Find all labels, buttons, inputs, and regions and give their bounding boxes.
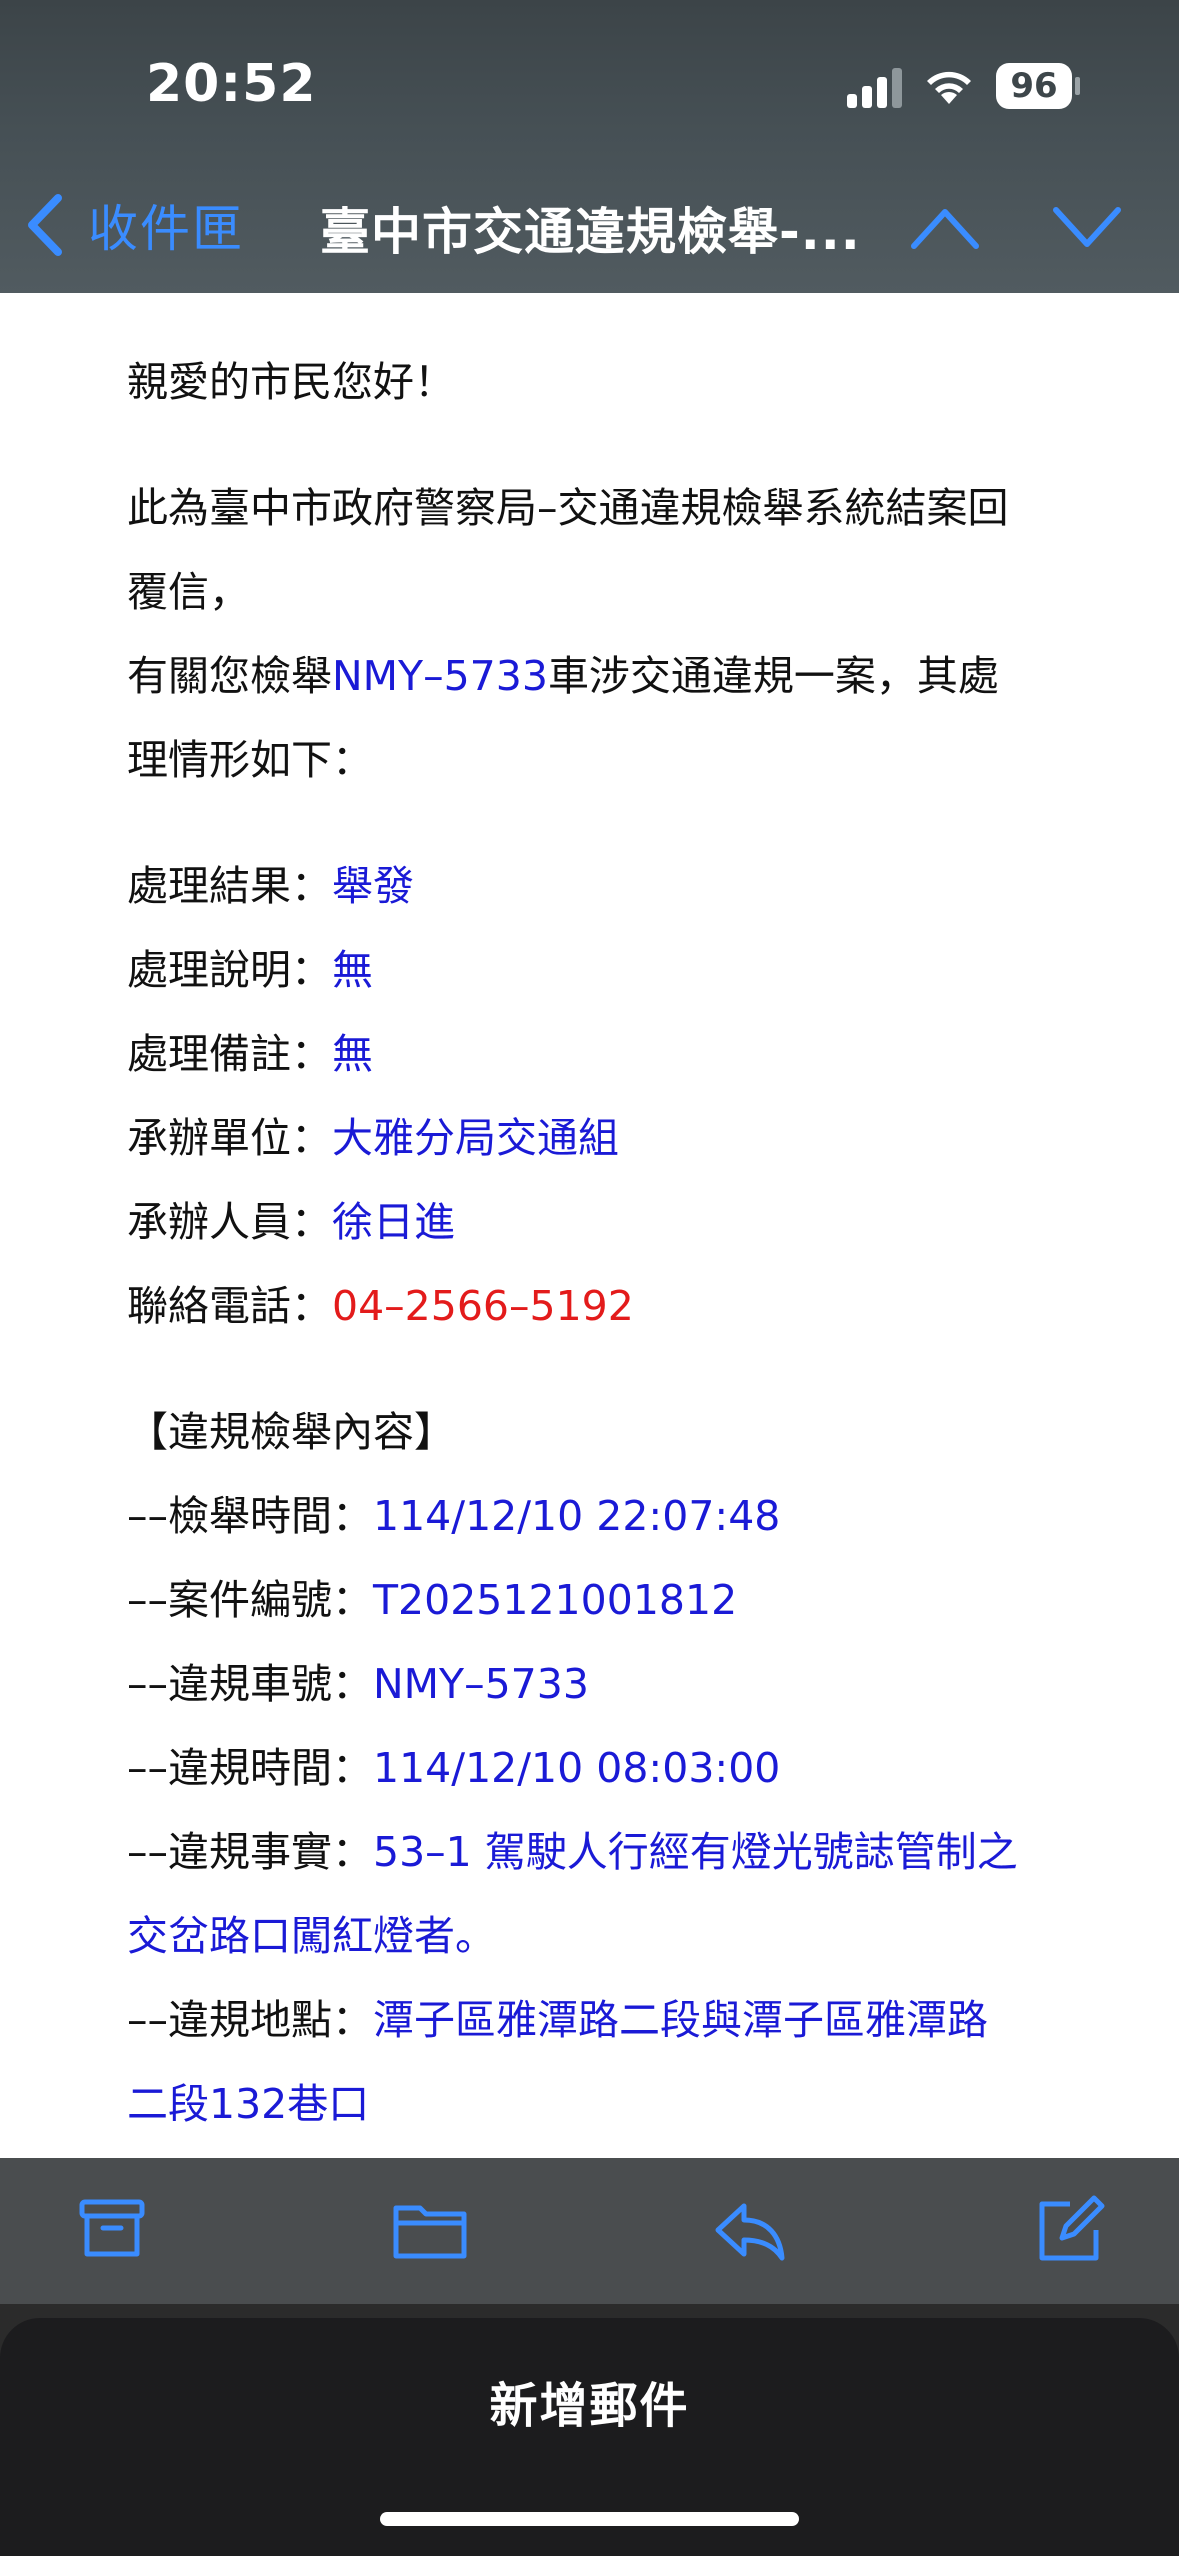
battery-cap	[1075, 77, 1080, 95]
home-indicator	[380, 2512, 799, 2526]
detail-label: ––違規時間：	[127, 1744, 373, 1792]
case-line: 有關您檢舉NMY–5733車涉交通違規一案，其處	[127, 646, 999, 706]
compose-icon[interactable]	[1030, 2190, 1110, 2270]
result-row: 聯絡電話：04–2566–5192	[127, 1276, 634, 1336]
detail-row: ––違規時間：114/12/10 08:03:00	[127, 1738, 780, 1798]
detail-row: ––違規地點：潭子區雅潭路二段與潭子區雅潭路	[127, 1990, 988, 2050]
result-label: 聯絡電話：	[127, 1282, 332, 1330]
folder-icon[interactable]	[390, 2190, 470, 2270]
result-value: 大雅分局交通組	[332, 1114, 619, 1162]
greeting: 親愛的市民您好！	[127, 358, 455, 406]
result-value: 無	[332, 1030, 373, 1078]
case-prefix: 有關您檢舉	[127, 652, 332, 700]
case-plate-link[interactable]: NMY–5733	[332, 652, 548, 700]
battery-indicator: 96	[996, 63, 1072, 109]
result-label: 處理結果：	[127, 862, 332, 910]
detail-label: ––違規事實：	[127, 1828, 373, 1876]
previous-message-icon[interactable]	[910, 200, 980, 256]
back-label: 收件匣	[88, 200, 244, 258]
detail-value: NMY–5733	[373, 1660, 589, 1708]
new-mail-button[interactable]: 新增郵件	[0, 2366, 1179, 2436]
detail-value: 潭子區雅潭路二段與潭子區雅潭路	[373, 1996, 988, 2044]
archive-icon[interactable]	[72, 2190, 152, 2270]
cellular-signal-icon	[847, 66, 903, 108]
reply-icon[interactable]	[710, 2190, 790, 2270]
case-suffix: 車涉交通違規一案，其處	[547, 652, 999, 700]
detail-row: ––檢舉時間：114/12/10 22:07:48	[127, 1486, 780, 1546]
detail-value: 114/12/10 22:07:48	[373, 1492, 781, 1540]
result-value: 徐日進	[332, 1198, 455, 1246]
case-line-2: 理情形如下：	[127, 736, 373, 784]
result-row: 承辦人員：徐日進	[127, 1192, 455, 1252]
result-label: 處理備註：	[127, 1030, 332, 1078]
detail-label: ––檢舉時間：	[127, 1492, 373, 1540]
result-row: 處理備註：無	[127, 1024, 373, 1084]
detail-value: 53–1 駕駛人行經有燈光號誌管制之	[373, 1828, 1018, 1876]
result-value: 無	[332, 946, 373, 994]
result-row: 處理結果：舉發	[127, 856, 414, 916]
wifi-icon	[927, 71, 971, 104]
result-row: 承辦單位：大雅分局交通組	[127, 1108, 619, 1168]
detail-row: ––違規車號：NMY–5733	[127, 1654, 589, 1714]
header: 20:52 96 收件匣 臺中市交通違規檢舉-...	[0, 0, 1179, 293]
result-label: 處理說明：	[127, 946, 332, 994]
intro-line-2: 覆信，	[127, 568, 250, 616]
detail-value: T2025121001812	[373, 1576, 738, 1624]
result-label: 承辦單位：	[127, 1114, 332, 1162]
detail-value-cont: 交岔路口闖紅燈者。	[127, 1912, 496, 1960]
chevron-left-icon	[28, 194, 62, 256]
detail-row: ––案件編號：T2025121001812	[127, 1570, 737, 1630]
detail-value-cont: 二段132巷口	[127, 2080, 370, 2128]
mail-subject-title: 臺中市交通違規檢舉-...	[320, 203, 861, 261]
detail-label: ––違規車號：	[127, 1660, 373, 1708]
result-label: 承辦人員：	[127, 1198, 332, 1246]
next-message-icon[interactable]	[1052, 200, 1122, 256]
bottom-toolbar	[0, 2158, 1179, 2304]
detail-label: ––案件編號：	[127, 1576, 373, 1624]
detail-value: 114/12/10 08:03:00	[373, 1744, 781, 1792]
section-title: 【違規檢舉內容】	[127, 1408, 455, 1456]
detail-label: ––違規地點：	[127, 1996, 373, 2044]
intro-line-1: 此為臺中市政府警察局–交通違規檢舉系統結案回	[127, 484, 1009, 532]
result-value: 舉發	[332, 862, 414, 910]
back-to-inbox-button[interactable]: 收件匣	[20, 190, 244, 260]
status-time: 20:52	[146, 54, 317, 114]
result-row: 處理說明：無	[127, 940, 373, 1000]
detail-row: ––違規事實：53–1 駕駛人行經有燈光號誌管制之	[127, 1822, 1018, 1882]
phone-number-link[interactable]: 04–2566–5192	[332, 1282, 634, 1330]
